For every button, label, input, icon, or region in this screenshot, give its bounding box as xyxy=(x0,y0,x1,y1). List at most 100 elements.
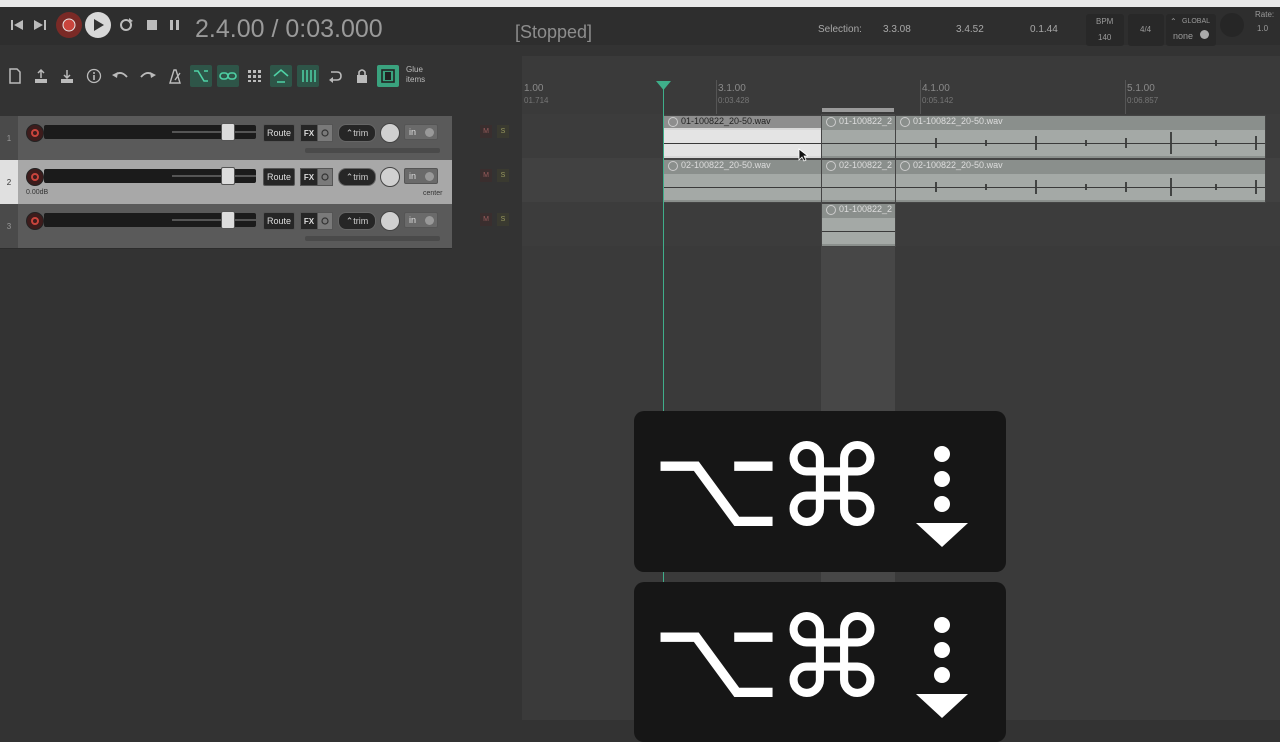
bpm-box[interactable]: BPM 140 xyxy=(1086,14,1124,46)
waveform xyxy=(664,174,821,200)
fx-button[interactable]: FX xyxy=(300,212,318,230)
go-to-start-icon[interactable] xyxy=(7,15,27,35)
envelope-icon: ⌃ xyxy=(1170,17,1177,26)
selection-start[interactable]: 3.3.08 xyxy=(883,24,911,35)
command-key-icon: ⌘ xyxy=(776,423,888,553)
record-arm-button[interactable] xyxy=(26,168,44,186)
media-item[interactable]: 02-100822_20-50.wav xyxy=(663,159,822,203)
input-select[interactable]: in xyxy=(404,168,438,184)
metronome-icon[interactable] xyxy=(164,65,186,87)
timeline-ruler[interactable]: 1.00 01.714 3.1.00 0:03.428 4.1.00 0:05.142… xyxy=(522,56,1280,114)
time-display[interactable]: 2.4.00 / 0:03.000 xyxy=(195,15,383,44)
time-signature: 4/4 xyxy=(1140,25,1152,34)
record-arm-button[interactable] xyxy=(26,212,44,230)
track-lane[interactable] xyxy=(522,202,1280,246)
track-1[interactable]: 1 Route FX ⌃ trim in xyxy=(0,116,452,161)
open-project-icon[interactable] xyxy=(30,65,52,87)
save-project-icon[interactable] xyxy=(56,65,78,87)
edit-cursor-marker-icon[interactable] xyxy=(656,81,671,90)
volume-fader[interactable] xyxy=(221,167,235,185)
item-name: 01-100822_2 xyxy=(822,204,895,216)
play-status: [Stopped] xyxy=(515,22,593,42)
envelope-icon: ⌃ xyxy=(345,127,354,138)
volume-slider-track[interactable] xyxy=(172,131,256,133)
auto-crossfade-icon[interactable] xyxy=(190,65,212,87)
lock-icon[interactable] xyxy=(351,65,373,87)
item-name: 02-100822_2 xyxy=(822,160,895,172)
ripple-edit-icon[interactable] xyxy=(270,65,292,87)
solo-button[interactable]: S xyxy=(497,213,509,226)
input-select[interactable]: in xyxy=(404,124,438,140)
go-to-end-icon[interactable] xyxy=(30,15,50,35)
global-label: GLOBAL xyxy=(1182,18,1211,25)
rate-knob[interactable] xyxy=(1220,13,1244,37)
media-item[interactable]: 01-100822_20-50.wav xyxy=(895,115,1266,159)
selection-end[interactable]: 3.4.52 xyxy=(956,24,984,35)
mute-button[interactable]: M xyxy=(480,213,492,226)
ruler-marker: 3.1.00 0:03.428 xyxy=(718,83,750,105)
automation-mode-button[interactable]: ⌃ trim xyxy=(338,212,376,230)
route-button[interactable]: Route xyxy=(263,212,295,230)
envelope-icon: ⌃ xyxy=(345,215,354,226)
stop-icon[interactable] xyxy=(142,15,162,35)
ruler-marker: 1.00 01.714 xyxy=(524,83,549,105)
fx-bypass-icon[interactable] xyxy=(317,168,333,186)
media-item[interactable]: 02-100822_20-50.wav xyxy=(895,159,1266,203)
pause-icon[interactable] xyxy=(165,15,185,35)
play-button[interactable] xyxy=(85,12,111,38)
new-project-icon[interactable] xyxy=(4,65,26,87)
input-select[interactable]: in xyxy=(404,212,438,228)
volume-fader[interactable] xyxy=(221,211,235,229)
fx-bypass-icon[interactable] xyxy=(317,212,333,230)
solo-button[interactable]: S xyxy=(497,169,509,182)
track-control-panel: 1 Route FX ⌃ trim in 2 Route FX ⌃ trim i… xyxy=(0,114,520,720)
track-2[interactable]: 2 Route FX ⌃ trim in 0.00dB center xyxy=(0,160,452,205)
snap-grid-icon[interactable] xyxy=(244,65,266,87)
solo-button[interactable]: S xyxy=(497,125,509,138)
record-arm-button[interactable] xyxy=(26,124,44,142)
mouse-pointer-icon xyxy=(798,148,808,162)
fx-button[interactable]: FX xyxy=(300,168,318,186)
fx-button[interactable]: FX xyxy=(300,124,318,142)
glue-items-icon[interactable] xyxy=(377,65,399,87)
redo-icon[interactable] xyxy=(137,65,159,87)
ruler-marker: 5.1.00 0:06.857 xyxy=(1127,83,1159,105)
mute-button[interactable]: M xyxy=(480,169,492,182)
fx-bypass-icon[interactable] xyxy=(317,124,333,142)
mute-button[interactable]: M xyxy=(480,125,492,138)
time-selection-bar[interactable] xyxy=(822,108,894,112)
grouping-link-icon[interactable] xyxy=(217,65,239,87)
rate-value: 1.0 xyxy=(1257,24,1269,33)
grid-line xyxy=(1125,80,1126,114)
route-button[interactable]: Route xyxy=(263,168,295,186)
pan-knob[interactable] xyxy=(380,211,400,231)
pan-knob[interactable] xyxy=(380,167,400,187)
selection-length[interactable]: 0.1.44 xyxy=(1030,24,1058,35)
volume-slider-track[interactable] xyxy=(172,175,256,177)
project-settings-icon[interactable] xyxy=(83,65,105,87)
volume-fader[interactable] xyxy=(221,123,235,141)
volume-slider-track[interactable] xyxy=(172,219,256,221)
media-item[interactable]: 01-100822_2 xyxy=(821,203,896,247)
loop-points-icon[interactable] xyxy=(324,65,346,87)
dropdown-icon xyxy=(425,128,434,137)
record-button[interactable] xyxy=(56,12,82,38)
repeat-icon[interactable] xyxy=(116,15,136,35)
media-item[interactable]: 02-100822_2 xyxy=(821,159,896,203)
track-3[interactable]: 3 Route FX ⌃ trim in xyxy=(0,204,452,249)
undo-icon[interactable] xyxy=(109,65,131,87)
snap-lines-icon[interactable] xyxy=(297,65,319,87)
waveform xyxy=(822,218,895,244)
glue-items-label: Glue items xyxy=(406,65,426,84)
media-item[interactable]: 01-100822_2 xyxy=(821,115,896,159)
global-envelope-box[interactable]: ⌃ GLOBAL none xyxy=(1166,14,1216,46)
waveform xyxy=(896,130,1265,156)
drag-down-icon xyxy=(916,617,968,718)
automation-mode-button[interactable]: ⌃ trim xyxy=(338,124,376,142)
pan-knob[interactable] xyxy=(380,123,400,143)
automation-mode-button[interactable]: ⌃ trim xyxy=(338,168,376,186)
time-signature-box[interactable]: 4/4 xyxy=(1128,14,1164,46)
envelope-icon: ⌃ xyxy=(345,171,354,182)
route-button[interactable]: Route xyxy=(263,124,295,142)
item-name: 01-100822_20-50.wav xyxy=(896,116,1265,128)
